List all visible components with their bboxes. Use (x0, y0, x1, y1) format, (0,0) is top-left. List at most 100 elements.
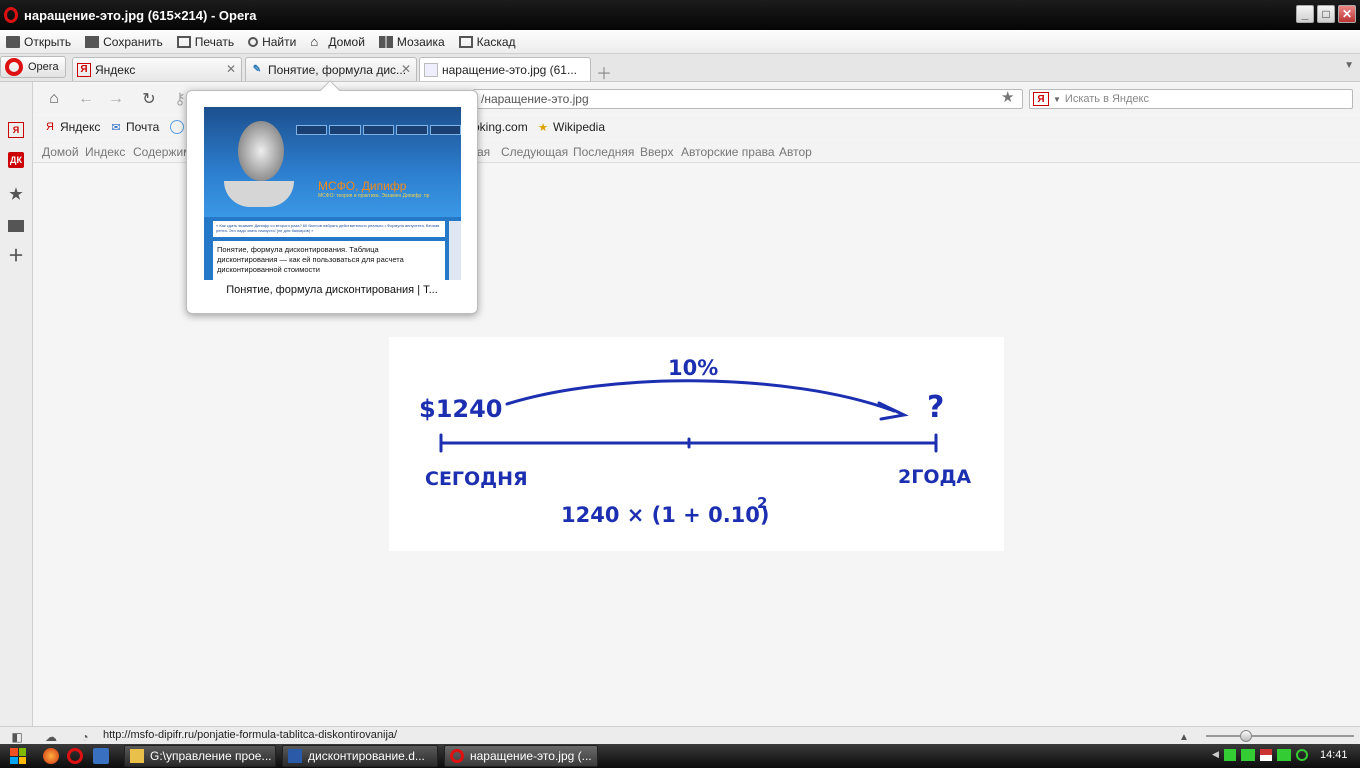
page-favicon-icon: ✎ (252, 64, 262, 75)
windows-logo-icon (10, 748, 26, 764)
navlink-next[interactable]: Следующая (501, 145, 568, 159)
desktop-quicklaunch-icon[interactable] (93, 748, 109, 764)
close-button[interactable]: ✕ (1338, 5, 1356, 23)
navlink-index[interactable]: Индекс (85, 145, 125, 159)
search-engine-dropdown-icon[interactable]: ▼ (1053, 95, 1061, 104)
navlink-author[interactable]: Автор (779, 145, 812, 159)
menu-tile-label: Мозаика (396, 34, 445, 49)
menu-home-label: Домой (328, 34, 365, 49)
panels-icon[interactable] (8, 220, 24, 232)
navlink-home[interactable]: Домой (42, 145, 79, 159)
new-tab-icon[interactable]: ＋ (596, 60, 612, 84)
thumbnail-breadcrumb: « Как сдать экзамен Дипифр со второго ра… (213, 221, 445, 237)
search-box[interactable]: Я ▼ Искать в Яндекс (1029, 89, 1353, 109)
tab-image[interactable]: наращение-это.jpg (61... (419, 57, 591, 81)
formula-exponent: 2 (757, 494, 767, 512)
window-controls: _ □ ✕ (1296, 5, 1356, 23)
download-tray-icon[interactable] (1223, 749, 1236, 761)
opera-quicklaunch-icon[interactable] (67, 748, 83, 764)
navlink-copyright[interactable]: Авторские права (681, 145, 775, 159)
navlink-previous[interactable]: ая (477, 145, 490, 159)
menu-print[interactable]: Печать (176, 35, 234, 49)
menu-tile[interactable]: Мозаика (378, 34, 445, 49)
growth-arc (505, 379, 896, 413)
save-icon (85, 35, 100, 48)
cascade-icon (458, 35, 473, 48)
network-tray-icon[interactable] (1276, 749, 1291, 761)
bookmark-label: Wikipedia (553, 120, 606, 134)
formula-text: 1240 × (1 + 0.10) (561, 503, 770, 527)
period-label: 2ГОДА (898, 466, 971, 488)
search-input[interactable]: Искать в Яндекс (1065, 93, 1149, 105)
status-url: http://msfo-dipifr.ru/ponjatie-formula-t… (103, 729, 398, 741)
folder-icon (130, 749, 144, 763)
language-flag-icon[interactable] (1259, 749, 1272, 761)
bookmark-mail[interactable]: ✉ Почта (109, 120, 159, 134)
rate-label: 10% (668, 356, 718, 380)
navlink-last[interactable]: Последняя (573, 145, 634, 159)
zoom-slider-knob[interactable] (1240, 730, 1252, 742)
task-label: дисконтирование.d... (308, 749, 425, 763)
reload-icon[interactable]: ↻ (140, 90, 158, 108)
menu-cascade-label: Каскад (476, 34, 516, 49)
menubar: Открыть Сохранить Печать Найти ⌂ Домой Мо… (0, 30, 1360, 54)
menu-open[interactable]: Открыть (6, 35, 71, 49)
tabbar: Opera Я Яндекс ✕ ✎ Понятие, формула дис.… (0, 54, 1360, 84)
firefox-quicklaunch-icon[interactable] (43, 748, 59, 764)
zoom-slider[interactable] (1206, 735, 1354, 737)
tab-thumbnail[interactable]: МСФО, Дипифр МСФО: теория и практика. Эк… (204, 107, 461, 280)
navlink-up[interactable]: Вверх (640, 145, 673, 159)
task-explorer[interactable]: G:\управление прое... (124, 745, 276, 767)
menu-cascade[interactable]: Каскад (458, 34, 516, 49)
today-label: СЕГОДНЯ (425, 468, 528, 490)
tab-close-icon[interactable]: ✕ (226, 62, 236, 76)
star-icon: ★ (538, 121, 548, 134)
bookmark-booking[interactable]: oking.com (473, 120, 528, 134)
start-button[interactable] (0, 745, 36, 767)
tab-close-icon[interactable]: ✕ (401, 62, 411, 76)
menu-save[interactable]: Сохранить (85, 35, 163, 49)
question-mark: ? (927, 390, 944, 425)
maximize-button[interactable]: □ (1317, 5, 1335, 23)
bookmark-wikipedia[interactable]: ★ Wikipedia (536, 120, 605, 134)
word-document-icon (288, 749, 302, 763)
signal-tray-icon[interactable] (1240, 749, 1255, 761)
amount-label: $1240 (419, 395, 503, 423)
home-icon: ⌂ (310, 33, 319, 49)
tab-ponyatie[interactable]: ✎ Понятие, формула дис... ✕ (245, 57, 417, 81)
menu-home[interactable]: ⌂ Домой (310, 35, 365, 49)
thumbnail-sidebar (449, 221, 461, 280)
search-engine-icon[interactable]: Я (1033, 92, 1049, 106)
search-icon (248, 36, 259, 47)
task-opera[interactable]: наращение-это.jpg (... (444, 745, 598, 767)
address-bar[interactable]: /наращение-это.jpg (473, 89, 1023, 109)
add-panel-icon[interactable]: ＋ (8, 246, 24, 265)
tab-yandex[interactable]: Я Яндекс ✕ (72, 57, 242, 81)
forward-arrow-icon[interactable]: → (107, 90, 125, 108)
sync-tray-icon[interactable] (1295, 749, 1308, 761)
thumbnail-site-title: МСФО, Дипифр (318, 179, 407, 193)
folder-icon (6, 35, 20, 48)
yandex-panel-icon[interactable]: Я (8, 122, 24, 138)
opera-menu-button[interactable]: Opera (0, 56, 66, 78)
displayed-image: 10% $1240 ? СЕГОДНЯ 2ГОДА 1240 × (1 + 0.… (389, 337, 1004, 551)
bookmark-label: Яндекс (60, 120, 101, 134)
minimize-button[interactable]: _ (1296, 5, 1314, 23)
back-arrow-icon[interactable]: ← (77, 90, 95, 108)
bookmarks-star-icon[interactable]: ★ (8, 186, 24, 203)
tray-expand-icon[interactable]: ◀ (1212, 749, 1219, 761)
home-icon[interactable]: ⌂ (45, 90, 63, 108)
odnoklassniki-panel-icon[interactable]: ДК (8, 152, 24, 168)
menu-find[interactable]: Найти (248, 35, 296, 49)
window-title: наращение-это.jpg (615×214) - Opera (24, 7, 257, 23)
task-word[interactable]: дисконтирование.d... (282, 745, 438, 767)
bookmark-label: oking.com (473, 120, 528, 134)
navlink-contents[interactable]: Содержим (133, 145, 191, 159)
bookmark-yandex[interactable]: Я Яндекс (43, 120, 100, 134)
task-label: наращение-это.jpg (... (470, 749, 592, 763)
bookmark-weather[interactable] (170, 120, 187, 134)
tab-list-chevron-icon[interactable]: ▼ (1344, 60, 1354, 71)
opera-logo-icon (4, 7, 18, 23)
clock: 14:41 (1320, 749, 1348, 761)
bookmark-star-icon[interactable]: ★ (1001, 88, 1014, 106)
